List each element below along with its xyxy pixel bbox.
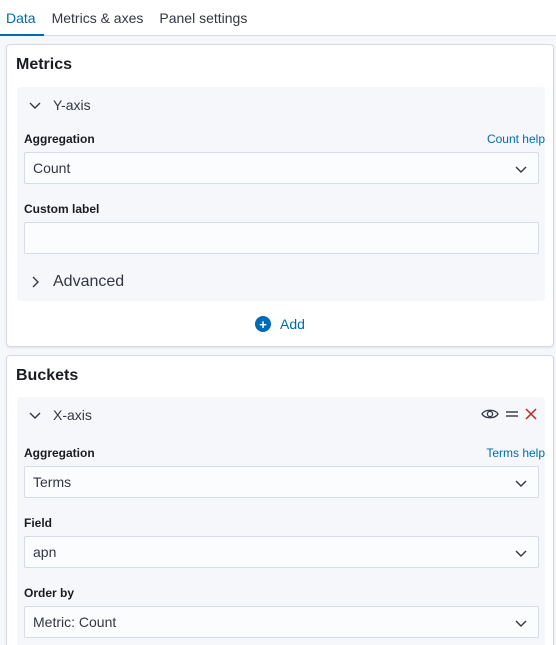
chevron-down-icon[interactable] <box>27 97 43 113</box>
chevron-down-icon <box>515 620 527 627</box>
xaxis-actions <box>481 407 537 421</box>
xaxis-header[interactable]: X-axis <box>17 397 545 433</box>
field-label: Field <box>24 516 53 530</box>
yaxis-aggregation-box: Y-axis Aggregation Count help Count Cust… <box>17 87 545 301</box>
advanced-toggle[interactable]: Advanced <box>17 264 545 300</box>
xaxis-aggregation-label: Aggregation <box>24 446 95 460</box>
tab-bar: Data Metrics & axes Panel settings <box>0 0 556 36</box>
xaxis-aggregation-value: Terms <box>33 474 72 490</box>
yaxis-title: Y-axis <box>53 97 91 113</box>
advanced-label: Advanced <box>53 273 125 290</box>
tab-metrics-axes[interactable]: Metrics & axes <box>44 0 152 35</box>
add-label: Add <box>280 316 305 332</box>
add-metric-button[interactable]: + Add <box>7 316 553 332</box>
metrics-panel: Metrics Y-axis Aggregation Count help Co… <box>6 44 554 347</box>
close-icon[interactable] <box>525 408 537 420</box>
order-by-value: Metric: Count <box>33 614 117 630</box>
drag-handle-icon[interactable] <box>505 408 519 420</box>
field-select[interactable]: apn <box>24 536 539 568</box>
buckets-panel: Buckets X-axis Aggregation Terms help Te… <box>6 355 554 645</box>
eye-icon[interactable] <box>481 407 499 421</box>
order-by-label: Order by <box>24 586 75 600</box>
order-by-select[interactable]: Metric: Count <box>24 606 539 638</box>
xaxis-title: X-axis <box>53 407 92 423</box>
tab-panel-settings[interactable]: Panel settings <box>151 0 255 35</box>
terms-help-link[interactable]: Terms help <box>486 446 545 460</box>
chevron-down-icon <box>515 166 527 173</box>
count-help-link[interactable]: Count help <box>487 132 545 146</box>
chevron-right-icon <box>27 274 43 290</box>
xaxis-aggregation-select[interactable]: Terms <box>24 466 539 498</box>
yaxis-aggregation-label: Aggregation <box>24 132 95 146</box>
chevron-down-icon[interactable] <box>27 407 43 423</box>
metrics-title: Metrics <box>16 56 73 73</box>
buckets-title: Buckets <box>16 367 79 384</box>
field-value: apn <box>33 544 57 560</box>
yaxis-aggregation-select[interactable]: Count <box>24 152 539 184</box>
yaxis-aggregation-value: Count <box>33 160 71 176</box>
tab-data[interactable]: Data <box>0 0 44 36</box>
plus-circle-icon: + <box>255 316 272 332</box>
chevron-down-icon <box>515 550 527 557</box>
custom-label-input[interactable] <box>24 222 539 254</box>
custom-label-label: Custom label <box>24 202 100 216</box>
xaxis-aggregation-box: X-axis Aggregation Terms help Terms Fiel… <box>17 397 545 645</box>
yaxis-header[interactable]: Y-axis <box>17 87 545 123</box>
chevron-down-icon <box>515 480 527 487</box>
